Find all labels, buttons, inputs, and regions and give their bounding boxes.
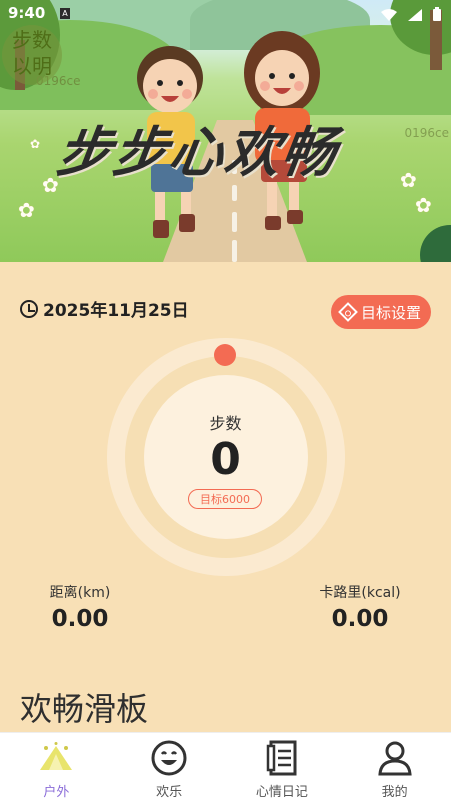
bottom-nav: 户外 欢乐 心情日记 我的 [0, 732, 451, 804]
hero-title: 步步心欢畅 [52, 121, 342, 184]
wifi-icon [380, 6, 397, 25]
goal-settings-button[interactable]: 目标设置 [331, 295, 431, 329]
nav-label-outdoor: 户外 [43, 785, 70, 800]
battery-icon [433, 6, 441, 25]
signal-icon [407, 6, 422, 25]
nav-label-fun: 欢乐 [156, 785, 183, 800]
date-text: 2025年11月25日 [43, 301, 189, 321]
nav-label-me: 我的 [381, 785, 408, 800]
notification-icon: A [60, 8, 70, 19]
user-icon [376, 739, 414, 777]
watermark-right: 0196ce [404, 126, 449, 140]
floating-steps-button[interactable]: 步数 以明 [2, 25, 62, 85]
settings-icon [338, 302, 358, 322]
nav-item-mood-diary[interactable]: 心情日记 [226, 733, 339, 804]
hero-banner: ✿ ✿ ✿ ✿ ✿ 步步心欢畅 0196ce 0196ce 步数 以明 9:40… [0, 0, 451, 262]
nav-label-mood-diary: 心情日记 [255, 785, 308, 800]
nav-item-me[interactable]: 我的 [338, 733, 451, 804]
tent-icon [37, 739, 75, 777]
calories-label: 卡路里(kcal) [319, 585, 401, 601]
distance-value: 0.00 [51, 606, 109, 632]
goal-settings-label: 目标设置 [360, 303, 421, 322]
clock-icon [20, 299, 38, 318]
status-time: 9:40 [8, 4, 46, 22]
distance-label: 距离(km) [49, 585, 111, 601]
calories-value: 0.00 [331, 606, 389, 632]
progress-indicator-dot [214, 344, 236, 366]
steps-label: 步数 [209, 414, 242, 433]
nav-item-outdoor[interactable]: 户外 [0, 733, 113, 804]
status-icons [375, 6, 441, 25]
steps-value: 0 [210, 434, 241, 485]
target-badge: 目标6000 [188, 489, 262, 509]
smile-icon [150, 739, 188, 777]
notebook-icon [263, 739, 301, 777]
nav-item-fun[interactable]: 欢乐 [113, 733, 226, 804]
date-row: 2025年11月25日 [20, 296, 189, 321]
section-title: 欢畅滑板 [20, 690, 149, 728]
